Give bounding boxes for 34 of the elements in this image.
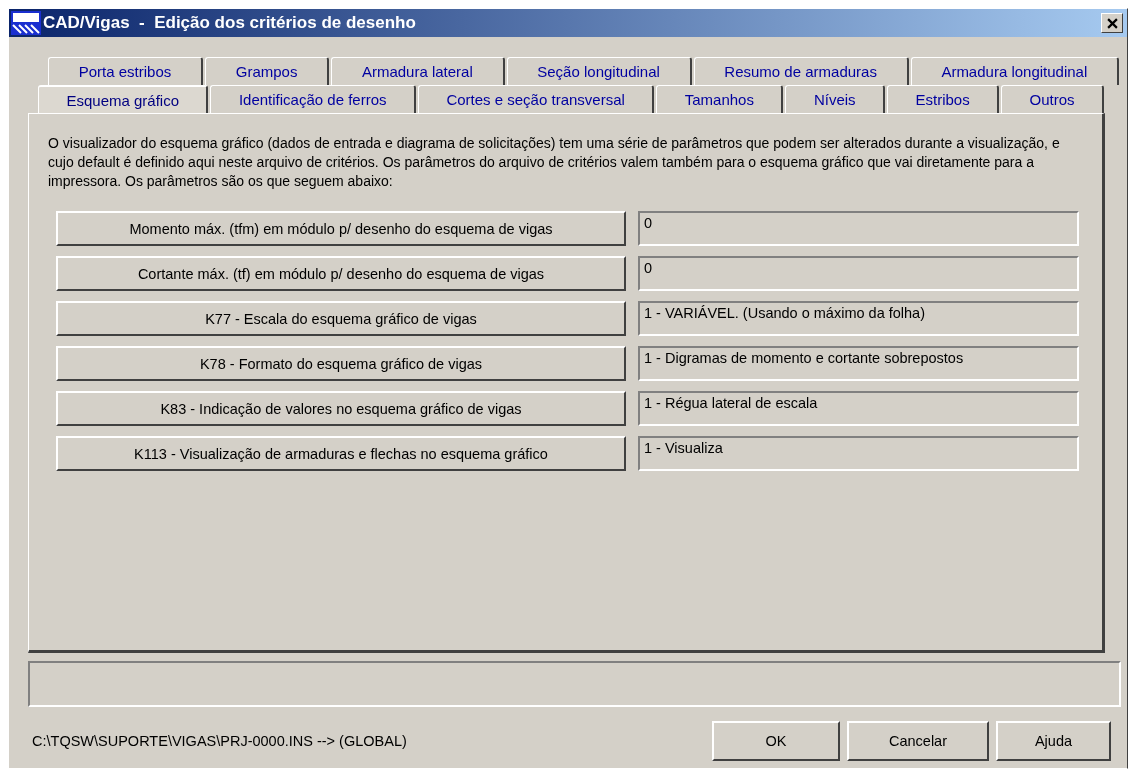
window-title: CAD/Vigas - Edição dos critérios de desenho [43,13,417,33]
value-field[interactable]: 1 - Régua lateral de escala [638,391,1079,426]
parameter-button[interactable]: K77 - Escala do esquema gráfico de vigas [56,301,626,336]
tab[interactable]: Esquema gráfico [38,85,209,113]
tab[interactable]: Resumo de armaduras [693,57,909,85]
tab[interactable]: Seção longitudinal [506,57,692,85]
tab[interactable]: Armadura lateral [331,57,505,85]
parameter-button[interactable]: Cortante máx. (tf) em módulo p/ desenho do esquema de vigas [56,256,626,291]
value-field[interactable]: 1 - Visualiza [638,436,1079,471]
value-field[interactable]: 0 [638,211,1079,246]
parameter-button[interactable]: K83 - Indicação de valores no esquema gráfico de vigas [56,391,626,426]
parameter-button[interactable]: K113 - Visualização de armaduras e flechas no esquema gráfico [56,436,626,471]
tab[interactable]: Armadura longitudinal [910,57,1120,85]
close-button[interactable] [1101,13,1123,33]
description-text: O visualizador do esquema gráfico (dados de entrada e diagrama de solicitações) tem uma série de parâmetros que podem ser alterados durante a visualização, e cujo default é definido aqui neste arquivo de critérios. Os parâmetros do arquivo de critérios valem também para o esquema gráfico que vai diretamente para a impressora. Os parâmetros são os que seguem abaixo: [48,134,1061,191]
tab[interactable]: Tamanhos [656,85,784,113]
value-field[interactable]: 0 [638,256,1079,291]
value-field[interactable]: 1 - Digramas de momento e cortante sobrepostos [638,346,1079,381]
tab[interactable]: Estribos [887,85,1000,113]
tab[interactable]: Grampos [205,57,330,85]
parameter-button[interactable]: K78 - Formato do esquema gráfico de vigas [56,346,626,381]
ok-button[interactable]: OK [712,721,840,761]
help-button[interactable]: Ajuda [996,721,1111,761]
app-logo-icon [11,11,41,35]
tab[interactable]: Identificação de ferros [210,85,416,113]
file-path: C:\TQSW\SUPORTE\VIGAS\PRJ-0000.INS --> (GLOBAL) [32,733,407,749]
tab[interactable]: Níveis [785,85,885,113]
close-icon [1106,17,1118,29]
tab[interactable]: Outros [1001,85,1105,113]
tab[interactable]: Porta estribos [48,57,203,85]
tab[interactable]: Cortes e seção transversal [417,85,655,113]
parameter-button[interactable]: Momento máx. (tfm) em módulo p/ desenho do esquema de vigas [56,211,626,246]
value-field[interactable]: 1 - VARIÁVEL. (Usando o máximo da folha) [638,301,1079,336]
cancel-button[interactable]: Cancelar [847,721,989,761]
